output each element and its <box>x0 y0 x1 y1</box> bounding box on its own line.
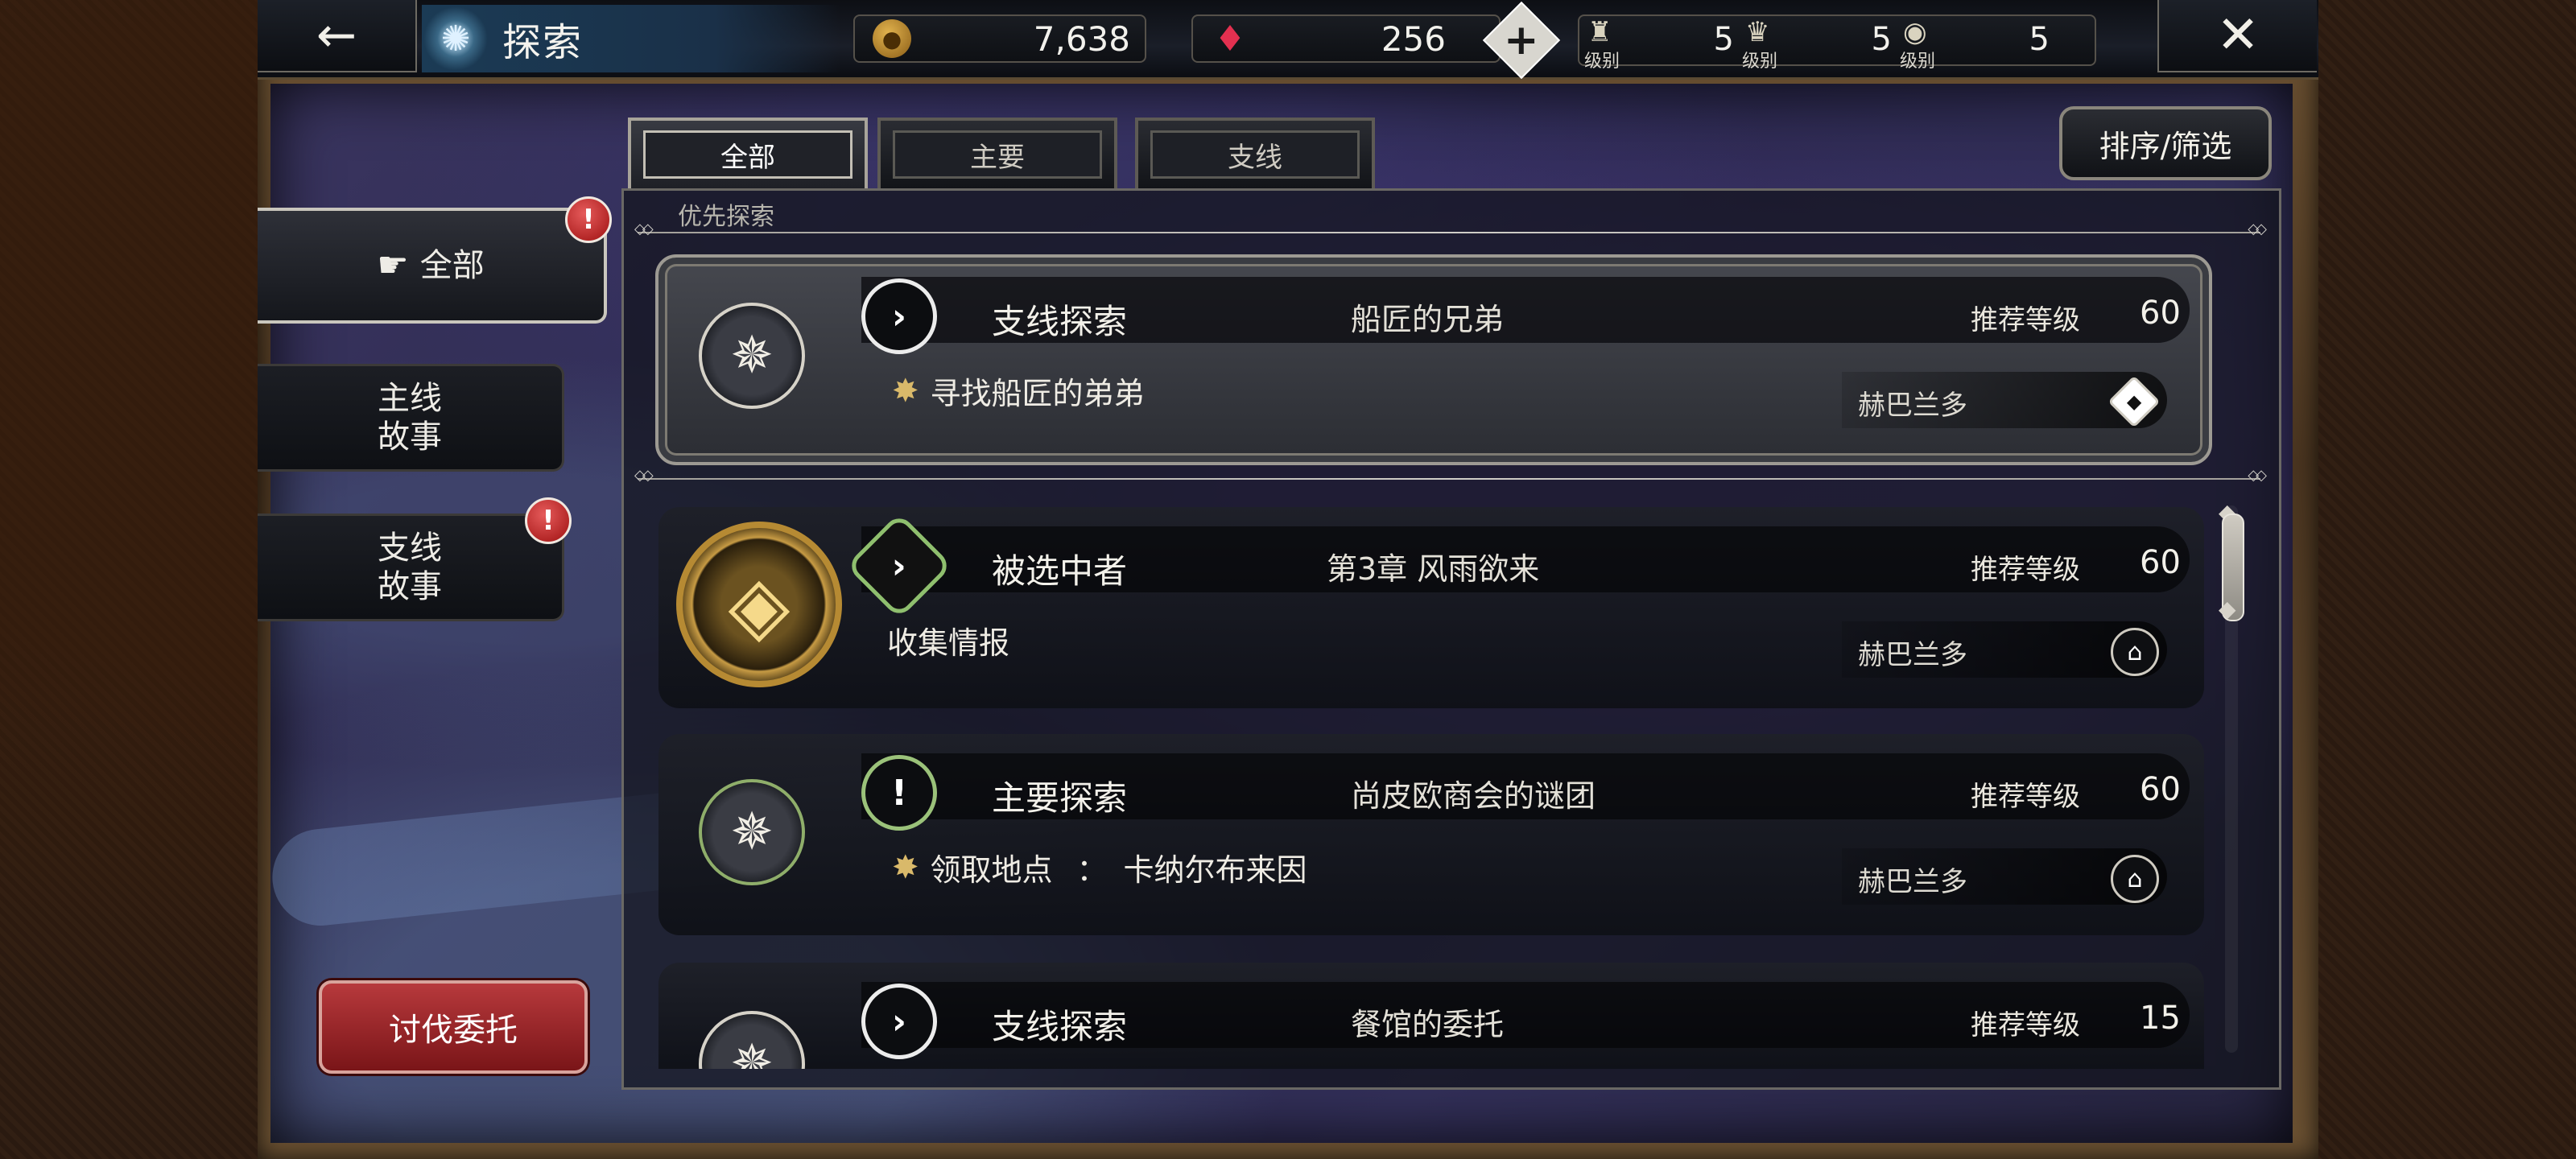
priority-section-label: 优先探索 <box>678 203 774 231</box>
objective-label: 领取地点 <box>930 852 1053 888</box>
quest-card[interactable]: ✵ › 支线探索 餐馆的委托 推荐等级 15 <box>658 963 2204 1069</box>
recommended-level-label: 推荐等级 <box>1971 554 2080 586</box>
objective-text: 寻找船匠的弟弟 <box>930 376 1145 411</box>
side-quest-type-icon: › <box>861 984 937 1059</box>
gem-icon: ♦ <box>1214 18 1246 60</box>
objective-star-icon: ✸ <box>892 372 919 410</box>
rank-eye: ◉ 级别 5 <box>1895 16 2056 72</box>
quest-name: 餐馆的委托 <box>1351 1007 1505 1042</box>
objective-value: 卡纳尔布来因 <box>1123 852 1307 888</box>
tab-label: 主要 <box>893 130 1102 179</box>
scroll-down-cap-icon: ◆ <box>2219 596 2236 622</box>
sidebar-item-main-story[interactable]: 主线 故事 <box>258 364 564 472</box>
location-text: 赫巴兰多 <box>1858 866 1967 898</box>
location-text: 赫巴兰多 <box>1858 390 1967 422</box>
rank-label: 级别 <box>1900 52 1936 72</box>
sidebar-item-label-line2: 故事 <box>378 419 442 456</box>
quest-objective: ✸ 寻找船匠的弟弟 <box>892 369 1145 413</box>
quest-location: 赫巴兰多 ◆ <box>1842 372 2167 428</box>
tab-label: 全部 <box>643 130 852 179</box>
rank-value: 5 <box>2029 21 2050 58</box>
quest-name: 尚皮欧商会的谜团 <box>1351 778 1596 814</box>
tab-all[interactable]: 全部 <box>628 118 868 188</box>
house-location-icon[interactable]: ⌂ <box>2111 628 2159 676</box>
section-divider <box>634 221 2264 237</box>
close-icon: ✕ <box>2216 6 2260 65</box>
house-location-icon[interactable]: ⌂ <box>2111 855 2159 903</box>
coin-value: 7,638 <box>1033 19 1130 59</box>
location-text: 赫巴兰多 <box>1858 639 1967 671</box>
recommended-level-value: 60 <box>2140 544 2181 581</box>
recommended-level-label: 推荐等级 <box>1971 304 2080 336</box>
recommended-level-value: 60 <box>2140 771 2181 808</box>
sidebar-item-label-line1: 主线 <box>378 380 442 417</box>
sidebar-item-label-line2: 故事 <box>378 568 442 605</box>
quest-type: 支线探索 <box>992 1007 1128 1046</box>
tab-label: 支线 <box>1150 130 1360 179</box>
tab-main[interactable]: 主要 <box>877 118 1117 188</box>
sidebar-item-side-story[interactable]: 支线 故事 <box>258 514 564 621</box>
coin-icon: ● <box>873 19 911 58</box>
eye-rank-icon: ◉ <box>1903 16 1927 48</box>
sidebar-item-label: 全部 <box>419 247 485 284</box>
compass-emblem-icon: ✵ <box>699 779 805 885</box>
screen-title-area: ✺ 探索 <box>422 5 840 72</box>
rank-group: ♜ 级别 5 ♛ 级别 5 ◉ 级别 5 <box>1578 14 2096 72</box>
screen-title: 探索 <box>502 20 584 65</box>
rank-value: 5 <box>1871 21 1892 58</box>
quest-objective: ✸ 领取地点 ： 卡纳尔布来因 <box>892 845 1307 889</box>
guild-rank-icon: ♜ <box>1587 16 1612 48</box>
tab-side[interactable]: 支线 <box>1135 118 1375 188</box>
section-divider <box>634 467 2264 484</box>
compass-emblem-icon: ✵ <box>699 303 805 409</box>
quest-card-featured[interactable]: ✵ › 支线探索 船匠的兄弟 推荐等级 60 ✸ 寻找船匠的弟弟 赫巴兰多 ◆ <box>655 254 2212 465</box>
chosen-one-gold-emblem-icon: ◈ <box>676 522 842 687</box>
gem-value: 256 <box>1381 19 1446 59</box>
side-quest-type-icon: › <box>861 278 937 354</box>
main-quest-type-icon: ! <box>861 755 937 831</box>
recommended-level-value: 60 <box>2140 295 2181 332</box>
quest-type: 主要探索 <box>992 778 1128 818</box>
compass-emblem-icon: ✵ <box>699 1011 805 1069</box>
rank-guild: ♜ 级别 5 <box>1579 16 1740 72</box>
coin-counter: ● 7,638 <box>853 14 1146 63</box>
gem-counter: ♦ 256 <box>1191 14 1501 63</box>
objective-separator: ： <box>1076 852 1108 888</box>
objective-star-icon: ✸ <box>892 848 919 886</box>
recommended-level-label: 推荐等级 <box>1971 781 2080 813</box>
back-button[interactable]: ← <box>258 0 417 72</box>
quest-type: 支线探索 <box>992 302 1128 341</box>
quest-objective: 收集情报 <box>887 618 1009 662</box>
pointing-hand-icon: ☛ <box>377 245 409 286</box>
quest-name: 第3章 风雨欲来 <box>1327 551 1540 587</box>
quest-type: 被选中者 <box>992 551 1128 591</box>
recommended-level-label: 推荐等级 <box>1971 1009 2080 1041</box>
quest-name: 船匠的兄弟 <box>1351 302 1505 337</box>
rank-crown: ♛ 级别 5 <box>1737 16 1898 72</box>
alert-badge-icon: ! <box>525 497 572 544</box>
sidebar-item-all[interactable]: ☛ 全部 <box>258 208 607 324</box>
crown-rank-icon: ♛ <box>1745 16 1770 48</box>
quest-location: 赫巴兰多 ⌂ <box>1842 848 2167 905</box>
objective-text: 收集情报 <box>887 625 1010 661</box>
rank-value: 5 <box>1713 21 1734 58</box>
plus-icon: + <box>1504 15 1539 64</box>
quest-card[interactable]: ✵ ! 主要探索 尚皮欧商会的谜团 推荐等级 60 ✸ 领取地点 ： 卡纳尔布来… <box>658 734 2204 935</box>
sort-filter-button[interactable]: 排序/筛选 <box>2059 106 2272 180</box>
alert-badge-icon: ! <box>565 196 612 243</box>
quest-location: 赫巴兰多 ⌂ <box>1842 621 2167 678</box>
subjugation-request-button[interactable]: 讨伐委托 <box>319 980 588 1074</box>
sidebar-item-label-line1: 支线 <box>378 530 442 567</box>
quest-card[interactable]: ◈ › 被选中者 第3章 风雨欲来 推荐等级 60 收集情报 赫巴兰多 ⌂ <box>658 507 2204 708</box>
navigate-diamond-icon[interactable]: ◆ <box>2107 375 2161 428</box>
back-arrow-icon: ← <box>316 7 357 64</box>
explore-emblem-icon: ✺ <box>423 6 488 71</box>
rank-label: 级别 <box>1742 52 1778 72</box>
recommended-level-value: 15 <box>2140 1000 2181 1037</box>
close-button[interactable]: ✕ <box>2157 0 2317 72</box>
rank-label: 级别 <box>1584 52 1620 72</box>
